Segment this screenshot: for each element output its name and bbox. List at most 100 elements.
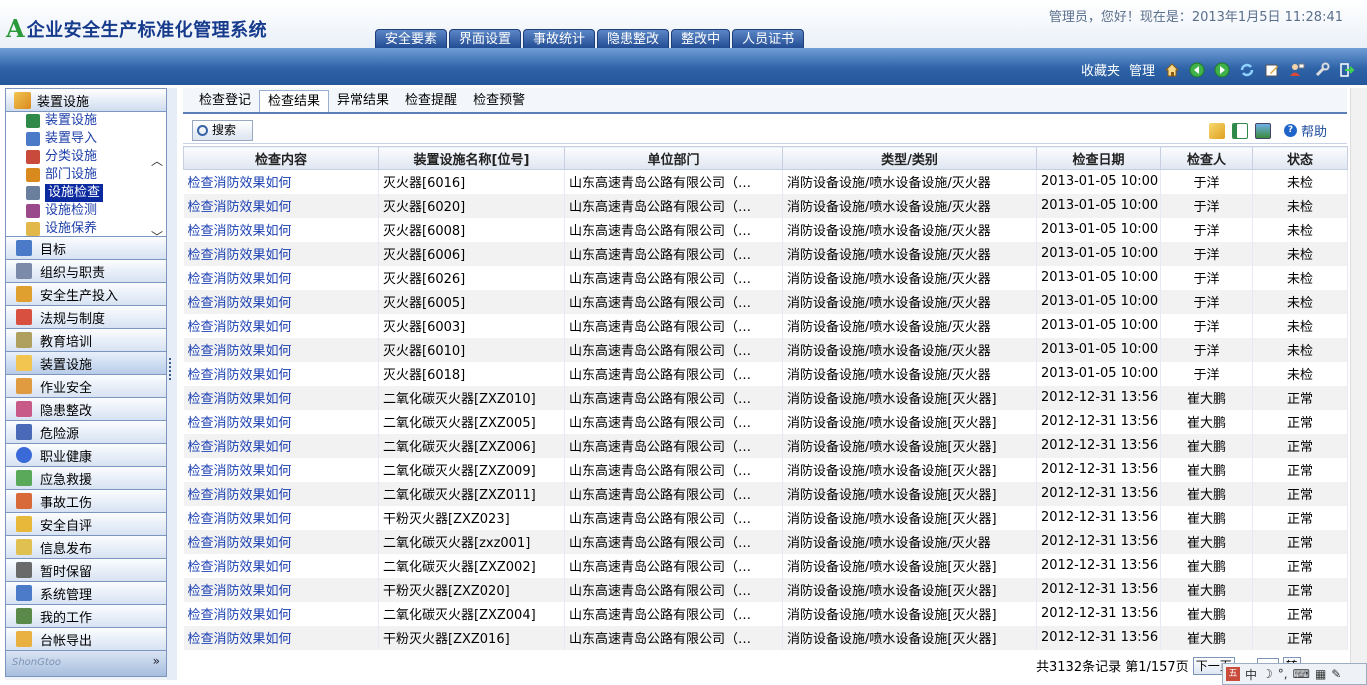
table-row[interactable]: 检查消防效果如何 二氧化碳灭火器[ZXZ005] 山东高速青岛公路有限公司（… 消防设… [183,409,1348,434]
table-row[interactable]: 检查消防效果如何 干粉灭火器[ZXZ020] 山东高速青岛公路有限公司（… 消防设备设… [183,577,1348,602]
cell-content[interactable]: 检查消防效果如何 [183,601,379,626]
ime-mode[interactable]: 中 [1245,666,1257,683]
module-info-publish[interactable]: 信息发布 [5,536,167,559]
table-row[interactable]: 检查消防效果如何 灭火器[6008] 山东高速青岛公路有限公司（… 消防设备设施/喷水… [183,217,1348,242]
topnav-tab-hazard-rectify[interactable]: 隐患整改 [597,29,670,48]
module-training[interactable]: 教育培训 [5,329,167,352]
sidebar-section-header[interactable]: 装置设施 [5,88,167,112]
double-chevron-right-icon[interactable]: » [153,654,160,668]
module-hazard-source[interactable]: 危险源 [5,421,167,444]
ime-menu-icon[interactable]: ▦ [1315,667,1326,681]
edit-icon[interactable] [1264,62,1280,78]
module-facilities[interactable]: 装置设施 [5,352,167,375]
table-row[interactable]: 检查消防效果如何 干粉灭火器[ZXZ023] 山东高速青岛公路有限公司（… 消防设备设… [183,505,1348,530]
table-row[interactable]: 检查消防效果如何 灭火器[6005] 山东高速青岛公路有限公司（… 消防设备设施/喷水… [183,289,1348,314]
user-icon[interactable] [1289,62,1305,78]
table-row[interactable]: 检查消防效果如何 灭火器[6018] 山东高速青岛公路有限公司（… 消防设备设施/喷水… [183,361,1348,386]
module-system[interactable]: 系统管理 [5,582,167,605]
topnav-tab-ui-settings[interactable]: 界面设置 [449,29,522,48]
page-scrollbar[interactable] [1350,88,1367,680]
cell-content[interactable]: 检查消防效果如何 [183,529,379,554]
cell-content[interactable]: 检查消防效果如何 [183,241,379,266]
module-operation-safety[interactable]: 作业安全 [5,375,167,398]
sub-item-testing[interactable]: 设施检测 [26,202,166,220]
table-row[interactable]: 检查消防效果如何 二氧化碳灭火器[zxz001] 山东高速青岛公路有限公司（… 消防设… [183,529,1348,554]
cell-content[interactable]: 检查消防效果如何 [183,313,379,338]
column-header-status[interactable]: 状态 [1252,146,1348,170]
table-row[interactable]: 检查消防效果如何 二氧化碳灭火器[ZXZ009] 山东高速青岛公路有限公司（… 消防设… [183,457,1348,482]
cell-content[interactable]: 检查消防效果如何 [183,361,379,386]
topnav-tab-accident-stats[interactable]: 事故统计 [523,29,596,48]
cell-content[interactable]: 检查消防效果如何 [183,577,379,602]
module-emergency[interactable]: 应急救援 [5,467,167,490]
column-header-facility[interactable]: 装置设施名称[位号] [378,146,565,170]
column-header-department[interactable]: 单位部门 [564,146,783,170]
sub-item-category[interactable]: 分类设施 [26,148,166,166]
cell-content[interactable]: 检查消防效果如何 [183,265,379,290]
tab-check-register[interactable]: 检查登记 [191,90,259,112]
logout-icon[interactable] [1339,62,1355,78]
cell-content[interactable]: 检查消防效果如何 [183,505,379,530]
tab-check-reminder[interactable]: 检查提醒 [397,90,465,112]
module-regulations[interactable]: 法规与制度 [5,306,167,329]
module-occupational-health[interactable]: 职业健康 [5,444,167,467]
module-goals[interactable]: 目标 [5,237,167,260]
tools-icon[interactable] [1314,62,1330,78]
cell-content[interactable]: 检查消防效果如何 [183,409,379,434]
chevron-up-icon[interactable]: ︿ [151,152,163,169]
sub-item-import[interactable]: 装置导入 [26,130,166,148]
help-button[interactable]: ? 帮助 [1283,121,1327,140]
cell-content[interactable]: 检查消防效果如何 [183,169,379,194]
export-excel-icon[interactable] [1231,122,1248,139]
table-row[interactable]: 检查消防效果如何 灭火器[6003] 山东高速青岛公路有限公司（… 消防设备设施/喷水… [183,313,1348,338]
cell-content[interactable]: 检查消防效果如何 [183,217,379,242]
back-icon[interactable] [1189,62,1205,78]
home-icon[interactable] [1164,62,1180,78]
punctuation-icon[interactable]: °, [1278,667,1288,681]
topnav-tab-certificates[interactable]: 人员证书 [732,29,805,48]
image-icon[interactable] [1254,122,1271,139]
cell-content[interactable]: 检查消防效果如何 [183,289,379,314]
module-reserved[interactable]: 暂时保留 [5,559,167,582]
column-header-date[interactable]: 检查日期 [1036,146,1161,170]
module-accident[interactable]: 事故工伤 [5,490,167,513]
column-header-content[interactable]: 检查内容 [183,146,379,170]
moon-icon[interactable]: ☽ [1262,667,1273,681]
sub-item-facilities[interactable]: 装置设施 [26,112,166,130]
table-row[interactable]: 检查消防效果如何 二氧化碳灭火器[ZXZ002] 山东高速青岛公路有限公司（… 消防设… [183,553,1348,578]
manage-link[interactable]: 管理 [1129,60,1155,79]
column-header-type[interactable]: 类型/类别 [782,146,1037,170]
forward-icon[interactable] [1214,62,1230,78]
tab-check-results[interactable]: 检查结果 [259,90,330,112]
table-row[interactable]: 检查消防效果如何 干粉灭火器[ZXZ016] 山东高速青岛公路有限公司（… 消防设备设… [183,625,1348,650]
module-hazard-rectify[interactable]: 隐患整改 [5,398,167,421]
refresh-icon[interactable] [1239,62,1255,78]
new-folder-icon[interactable] [1208,122,1225,139]
cell-content[interactable]: 检查消防效果如何 [183,553,379,578]
topnav-tab-rectifying[interactable]: 整改中 [671,29,731,48]
table-row[interactable]: 检查消防效果如何 灭火器[6010] 山东高速青岛公路有限公司（… 消防设备设施/喷水… [183,337,1348,362]
sidebar-splitter[interactable] [167,88,177,680]
tab-check-warning[interactable]: 检查预警 [465,90,533,112]
table-row[interactable]: 检查消防效果如何 灭火器[6016] 山东高速青岛公路有限公司（… 消防设备设施/喷水… [183,169,1348,194]
sub-item-inspection[interactable]: 设施检查 [26,184,166,202]
table-row[interactable]: 检查消防效果如何 二氧化碳灭火器[ZXZ006] 山东高速青岛公路有限公司（… 消防设… [183,433,1348,458]
cell-content[interactable]: 检查消防效果如何 [183,481,379,506]
tab-abnormal-results[interactable]: 异常结果 [329,90,397,112]
module-ledger-export[interactable]: 台帐导出 [5,628,167,651]
sub-item-department[interactable]: 部门设施 [26,166,166,184]
sub-item-maintenance[interactable]: 设施保养 [26,220,166,236]
cell-content[interactable]: 检查消防效果如何 [183,457,379,482]
chevron-down-icon[interactable]: ﹀ [151,228,163,236]
table-row[interactable]: 检查消防效果如何 灭火器[6020] 山东高速青岛公路有限公司（… 消防设备设施/喷水… [183,193,1348,218]
module-self-assessment[interactable]: 安全自评 [5,513,167,536]
cell-content[interactable]: 检查消防效果如何 [183,625,379,650]
cell-content[interactable]: 检查消防效果如何 [183,193,379,218]
ime-settings-icon[interactable]: ✎ [1331,667,1341,681]
column-header-inspector[interactable]: 检查人 [1160,146,1253,170]
search-button[interactable]: 搜索 [192,120,253,141]
table-row[interactable]: 检查消防效果如何 灭火器[6026] 山东高速青岛公路有限公司（… 消防设备设施/喷水… [183,265,1348,290]
table-row[interactable]: 检查消防效果如何 二氧化碳灭火器[ZXZ010] 山东高速青岛公路有限公司（… 消防设… [183,385,1348,410]
topnav-tab-safety-elements[interactable]: 安全要素 [375,29,448,48]
table-row[interactable]: 检查消防效果如何 二氧化碳灭火器[ZXZ004] 山东高速青岛公路有限公司（… 消防设… [183,601,1348,626]
